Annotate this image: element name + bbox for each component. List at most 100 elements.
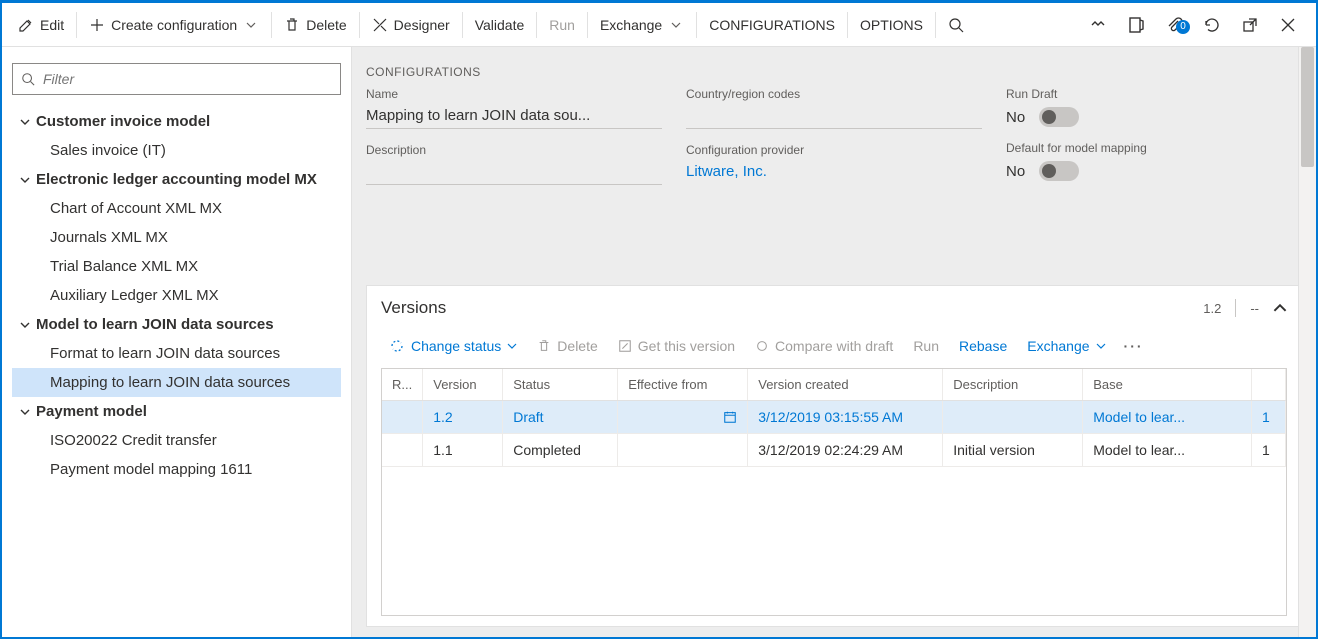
edit-label: Edit [40,17,64,33]
name-field-value[interactable]: Mapping to learn JOIN data sou... [366,107,662,129]
filter-box[interactable] [12,63,341,95]
attachments-icon-button[interactable]: 0 [1156,16,1192,34]
exchange-button[interactable]: Exchange [590,3,694,46]
chevron-down-icon[interactable] [18,115,32,129]
tree-node[interactable]: Mapping to learn JOIN data sources [12,368,341,397]
grid-column-header[interactable]: Version [423,369,503,401]
edit-button[interactable]: Edit [8,3,74,46]
collapse-icon-button[interactable] [1273,301,1287,315]
create-configuration-button[interactable]: Create configuration [79,3,269,46]
scrollbar[interactable] [1298,47,1316,637]
configurations-label: CONFIGURATIONS [709,17,835,33]
table-row[interactable]: 1.1Completed3/12/2019 02:24:29 AMInitial… [382,434,1286,467]
provider-field-value[interactable]: Litware, Inc. [686,163,982,185]
grid-column-header[interactable]: Effective from [618,369,748,401]
main-panel: CONFIGURATIONS Name Mapping to learn JOI… [352,47,1316,637]
tree-node[interactable]: Payment model mapping 1611 [12,455,341,484]
connector-icon [1089,16,1107,34]
versions-exchange-label: Exchange [1027,338,1089,354]
tree-node[interactable]: Format to learn JOIN data sources [12,339,341,368]
cell-effective [618,401,748,434]
delete-label: Delete [306,17,346,33]
scrollbar-thumb[interactable] [1301,47,1314,167]
grid-column-header[interactable]: Description [943,369,1083,401]
tree-node[interactable]: Trial Balance XML MX [12,252,341,281]
options-tab-button[interactable]: OPTIONS [850,3,933,46]
main-toolbar: Edit Create configuration Delete Designe… [2,3,1316,47]
grid-column-header[interactable]: Status [503,369,618,401]
designer-icon [372,17,388,33]
refresh-icon [1203,16,1221,34]
tree-node[interactable]: Customer invoice model [12,107,341,136]
tree-node[interactable]: Payment model [12,397,341,426]
cell-r [382,434,423,467]
chevron-down-icon[interactable] [18,173,32,187]
tree-node[interactable]: Electronic ledger accounting model MX [12,165,341,194]
run-label: Run [549,17,575,33]
run-button: Run [539,3,585,46]
tree-node-label: Payment model mapping 1611 [50,461,252,478]
more-actions-button[interactable]: ··· [1118,334,1150,358]
provider-field-label: Configuration provider [686,143,982,157]
tree-node[interactable]: Chart of Account XML MX [12,194,341,223]
tree-node[interactable]: Auxiliary Ledger XML MX [12,281,341,310]
versions-panel-header: Versions 1.2 -- [367,286,1301,330]
connector-icon-button[interactable] [1080,16,1116,34]
description-field-value[interactable] [366,163,662,185]
configurations-tab-button[interactable]: CONFIGURATIONS [699,3,845,46]
versions-toolbar: Change status Delete Get this version [367,330,1301,368]
tree-node[interactable]: Sales invoice (IT) [12,136,341,165]
description-field-label: Description [366,143,662,157]
designer-label: Designer [394,17,450,33]
cell-description [943,401,1083,434]
chevron-down-icon[interactable] [18,318,32,332]
grid-column-header[interactable]: R... [382,369,423,401]
default-toggle[interactable] [1039,161,1079,181]
filter-input[interactable] [43,71,332,87]
table-row[interactable]: 1.2Draft3/12/2019 03:15:55 AMModel to le… [382,401,1286,434]
configuration-tree: Customer invoice model Sales invoice (IT)… [12,107,341,484]
content-area: Customer invoice model Sales invoice (IT)… [2,47,1316,637]
tree-node[interactable]: ISO20022 Credit transfer [12,426,341,455]
refresh-icon-button[interactable] [1194,16,1230,34]
close-icon-button[interactable] [1270,17,1306,33]
country-field-value[interactable] [686,107,982,129]
grid-column-header[interactable]: Version created [748,369,943,401]
cell-created: 3/12/2019 03:15:55 AM [748,401,943,434]
versions-exchange-button[interactable]: Exchange [1019,334,1113,358]
tree-node[interactable]: Journals XML MX [12,223,341,252]
filter-icon [21,72,35,86]
designer-button[interactable]: Designer [362,3,460,46]
compare-label: Compare with draft [775,338,893,354]
chevron-down-icon [507,341,517,351]
versions-grid-wrap: R...VersionStatusEffective fromVersion c… [381,368,1287,616]
options-label: OPTIONS [860,17,923,33]
rebase-label: Rebase [959,338,1007,354]
cell-base-n: 1 [1252,434,1286,467]
cell-created: 3/12/2019 02:24:29 AM [748,434,943,467]
tree-node-label: Trial Balance XML MX [50,258,198,275]
tree-node-label: Sales invoice (IT) [50,142,166,159]
delete-button[interactable]: Delete [274,3,356,46]
chevron-down-icon[interactable] [18,405,32,419]
change-status-button[interactable]: Change status [381,334,525,358]
validate-button[interactable]: Validate [465,3,535,46]
rebase-button[interactable]: Rebase [951,334,1015,358]
grid-column-header[interactable] [1252,369,1286,401]
search-button[interactable] [938,3,974,46]
compare-button: Compare with draft [747,334,901,358]
popout-icon-button[interactable] [1232,16,1268,34]
compare-icon [755,339,769,353]
exchange-label: Exchange [600,17,662,33]
details-fields: Name Mapping to learn JOIN data sou... D… [352,83,1316,211]
details-section-header: CONFIGURATIONS [352,47,1316,83]
rundraft-toggle[interactable] [1039,107,1079,127]
office-icon-button[interactable] [1118,16,1154,34]
tree-node[interactable]: Model to learn JOIN data sources [12,310,341,339]
versions-header-version: 1.2 [1203,301,1221,316]
plus-icon [89,17,105,33]
tree-node-label: Payment model [36,403,147,420]
grid-column-header[interactable]: Base [1083,369,1252,401]
versions-delete-button: Delete [529,334,605,358]
tree-node-label: Model to learn JOIN data sources [36,316,274,333]
